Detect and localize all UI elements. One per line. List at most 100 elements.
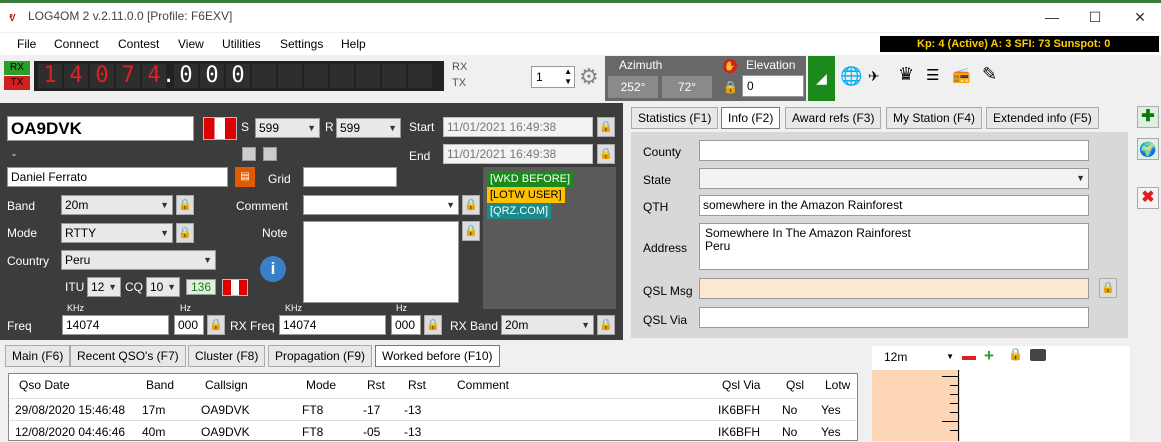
radio-icon[interactable]: 📻 [952,66,971,84]
comment-lock-icon[interactable]: 🔒 [462,195,480,215]
end-lock-icon[interactable]: 🔒 [597,144,615,164]
checkbox-1[interactable] [242,147,256,161]
band-lock-icon[interactable]: 🔒 [176,195,194,215]
gear-icon[interactable]: ⚙ [579,64,599,90]
tab-extended-info[interactable]: Extended info (F5) [986,107,1099,129]
tab-worked-before[interactable]: Worked before (F10) [375,345,500,367]
tab-cluster[interactable]: Cluster (F8) [188,345,266,367]
col-lotw[interactable]: Lotw [825,378,850,392]
start-time-input[interactable]: 11/01/2021 16:49:38 [443,117,593,137]
callsign-input[interactable]: OA9DVK [7,116,194,141]
rst-sent-select[interactable]: 599 ▼ [255,118,320,138]
antenna-icon[interactable]: ✎ [982,64,997,85]
menu-view[interactable]: View [178,37,204,51]
col-comment[interactable]: Comment [457,378,509,392]
col-qsl-via[interactable]: Qsl Via [722,378,760,392]
bandmap-band-value: 12m [884,350,908,364]
itu-select[interactable]: 12 ▼ [87,277,121,297]
qrz-lookup-icon[interactable]: ▤ [235,167,255,187]
qsl-msg-input[interactable] [699,278,1089,299]
cq-select[interactable]: 10 ▼ [146,277,180,297]
lock-icon[interactable]: 🔒 [723,80,738,94]
rxfreq-lock-icon[interactable]: 🔒 [424,315,442,335]
qsl-msg-lock-icon[interactable]: 🔒 [1099,278,1117,298]
mode-lock-icon[interactable]: 🔒 [176,223,194,243]
table-row[interactable]: 12/08/2020 04:46:46 40m OA9DVK FT8 -05 -… [10,420,856,442]
globe-lookup-icon[interactable]: 🌍 [1137,138,1159,160]
zoom-in-icon[interactable]: + [984,346,994,366]
crown-icon[interactable]: ♛ [898,64,914,85]
azimuth-long-path: 72° [662,76,712,98]
freq-hz-input[interactable]: 000 [174,315,204,335]
stop-hand-icon[interactable]: ✋ [723,59,737,73]
elevation-input[interactable]: 0 [742,75,804,97]
qth-input[interactable]: somewhere in the Amazon Rainforest [699,195,1089,216]
info-icon[interactable]: i [260,256,286,282]
minimize-button[interactable]: — [1042,7,1062,27]
tab-my-station[interactable]: My Station (F4) [886,107,983,129]
note-lock-icon[interactable]: 🔒 [462,221,480,241]
mode-select[interactable]: RTTY ▼ [61,223,173,243]
qsl-via-input[interactable] [699,307,1089,328]
s-label: S [241,120,250,134]
menu-connect[interactable]: Connect [54,37,99,51]
rst-rcvd-select[interactable]: 599 ▼ [336,118,401,138]
start-lock-icon[interactable]: 🔒 [597,117,615,137]
rxfreq-khz-input[interactable]: 14074 [279,315,386,335]
address-textarea[interactable]: Somewhere In The Amazon Rainforest Peru [699,223,1089,270]
vfo-selector[interactable]: 1 ▲ ▼ [531,66,575,88]
maximize-button[interactable]: ☐ [1085,7,1105,27]
freq-lock-icon[interactable]: 🔒 [207,315,225,335]
col-callsign[interactable]: Callsign [205,378,248,392]
name-input[interactable]: Daniel Ferrato [7,167,228,187]
rxfreq-hz-input[interactable]: 000 [391,315,421,335]
col-qsl[interactable]: Qsl [786,378,804,392]
server-icon[interactable]: ☰ [926,66,939,84]
menu-utilities[interactable]: Utilities [222,37,261,51]
country-select[interactable]: Peru ▼ [61,250,216,270]
comment-input[interactable]: ▼ [303,195,459,215]
tab-award-refs[interactable]: Award refs (F3) [785,107,882,129]
cell-callsign: OA9DVK [201,403,250,417]
tab-statistics[interactable]: Statistics (F1) [631,107,719,129]
rxband-select[interactable]: 20m ▼ [501,315,594,335]
rotator-connect-icon[interactable]: ◢ [808,56,835,101]
col-band[interactable]: Band [146,378,174,392]
globe-icon[interactable]: 🌐 [840,66,862,87]
note-label: Note [262,226,288,240]
county-input[interactable] [699,140,1089,161]
add-qso-icon[interactable]: ✚ [1137,106,1159,128]
band-select[interactable]: 20m ▼ [61,195,173,215]
tab-main[interactable]: Main (F6) [5,345,71,367]
menu-contest[interactable]: Contest [118,37,159,51]
close-button[interactable]: ✕ [1130,7,1150,27]
cell-rst-rcvd: -13 [404,425,422,439]
state-label: State [643,173,672,187]
checkbox-2[interactable] [263,147,277,161]
bandmap-scale [872,370,960,441]
rxband-lock-icon[interactable]: 🔒 [597,315,615,335]
col-qso-date[interactable]: Qso Date [19,378,70,392]
tab-propagation[interactable]: Propagation (F9) [268,345,373,367]
menu-file[interactable]: File [17,37,36,51]
zoom-out-icon[interactable] [962,356,976,360]
bandmap-lock-icon[interactable]: 🔒 [1008,347,1023,361]
end-time-input[interactable]: 11/01/2021 16:49:38 [443,144,593,164]
state-select[interactable]: ▼ [699,168,1089,189]
table-row[interactable]: 29/08/2020 15:46:48 17m OA9DVK FT8 -17 -… [10,398,856,420]
tab-info[interactable]: Info (F2) [721,107,781,129]
menu-settings[interactable]: Settings [280,37,323,51]
tab-recent-qsos[interactable]: Recent QSO's (F7) [70,345,186,367]
freq-digit: 7 [116,64,140,88]
menu-help[interactable]: Help [341,37,366,51]
grid-input[interactable] [303,167,397,187]
col-rst-rcvd[interactable]: Rst [408,378,426,392]
camera-icon[interactable] [1030,349,1046,361]
col-rst-sent[interactable]: Rst [367,378,385,392]
freq-khz-input[interactable]: 14074 [62,315,169,335]
satellite-icon[interactable]: ✈ [868,68,880,85]
clear-qso-icon[interactable]: ✖ [1137,187,1159,209]
col-mode[interactable]: Mode [306,378,336,392]
note-textarea[interactable] [303,221,459,303]
bandmap-band-select[interactable]: 12m ▼ [884,348,956,366]
